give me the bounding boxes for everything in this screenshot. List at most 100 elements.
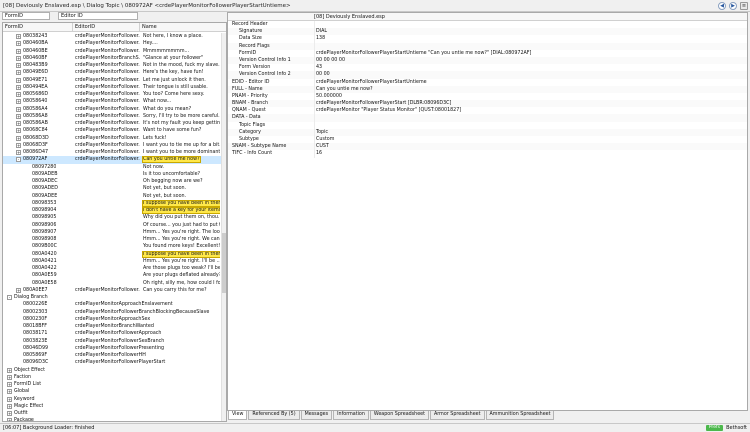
tree-row[interactable]: 08098908 Hmm... Yes you're right. We can.… (3, 236, 221, 243)
tree-row[interactable]: +080460BF crdePlayerMonitorBranchS... "Gla… (3, 55, 221, 62)
expand-icon[interactable]: + (16, 106, 21, 112)
record-field-row[interactable]: FULL - Name Can you untie me now? (228, 85, 747, 93)
tree-row[interactable]: 0803823E crdePlayerMonitorFollowerSexBran… (3, 338, 221, 345)
tree-row[interactable]: 08046D99 crdePlayerMonitorFollowerPresent… (3, 345, 221, 352)
tree-row[interactable]: + Global (3, 388, 221, 395)
tree-row[interactable]: +080A0EE7 crdePlayerMonitorFollower... Can… (3, 287, 221, 294)
tree-row[interactable]: 0809ADEB Is it too uncomfortable? (3, 171, 221, 178)
record-field-row[interactable]: DATA - Data (228, 114, 747, 122)
tree-row[interactable]: +080494EA crdePlayerMonitorFollower... The… (3, 84, 221, 91)
tree-row[interactable]: +08049E71 crdePlayerMonitorFollower... Let… (3, 77, 221, 84)
tree-row[interactable]: +080586A8 crdePlayerMonitorFollower... Sor… (3, 113, 221, 120)
expand-icon[interactable]: + (7, 418, 12, 421)
tree-row[interactable]: 08098905 Why did you put them on, thou... (3, 214, 221, 221)
expand-icon[interactable]: + (16, 92, 21, 97)
menu-icon[interactable]: ≡ (740, 2, 748, 10)
prefs-badge[interactable]: Prefs (705, 425, 724, 431)
tree-row[interactable]: 0809B00C You found more keys! Excellent!.… (3, 243, 221, 250)
record-field-row[interactable]: Version Control Info 2 00 00 (228, 71, 747, 79)
collapse-icon[interactable]: - (7, 295, 12, 300)
record-view[interactable]: [08] Deviously Enslaved.esp Record Heade… (227, 12, 748, 411)
tree-row[interactable]: +08068C84 crdePlayerMonitorFollower... Wan… (3, 127, 221, 134)
tree-row[interactable]: + Object Effect (3, 367, 221, 374)
tree-row[interactable]: 080A0E59 Are your plugs deflated already?… (3, 272, 221, 279)
expand-icon[interactable]: + (7, 382, 12, 387)
tree-row[interactable]: 08018BFF crdePlayerMonitorBranchWanted (3, 323, 221, 330)
tree-row[interactable]: +08086D47 crdePlayerMonitorFollower... I w… (3, 149, 221, 156)
record-field-row[interactable]: PNAM - Priority 50.000000 (228, 92, 747, 101)
tree-row[interactable]: + FormID List (3, 381, 221, 388)
expand-icon[interactable]: + (16, 142, 21, 148)
tree-row[interactable]: 08002303 crdePlayerMonitorFollowerBranchB… (3, 309, 221, 316)
expand-icon[interactable]: + (16, 63, 21, 68)
editorid-filter-input[interactable]: Editor ID (58, 12, 138, 20)
tree-row[interactable]: +080586AB crdePlayerMonitorFollower... It'… (3, 120, 221, 127)
expand-icon[interactable]: + (7, 389, 12, 395)
tree-row[interactable]: 080A0422 Are those plugs too weak? I'll b… (3, 265, 221, 272)
tree-row[interactable]: -080972AF crdePlayerMonitorFollower... Can… (3, 156, 221, 164)
tab-messages[interactable]: Messages (300, 411, 333, 420)
expand-icon[interactable]: + (16, 121, 21, 126)
expand-icon[interactable]: + (16, 150, 21, 155)
expand-icon[interactable]: + (16, 41, 21, 47)
column-editorid[interactable]: EditorID (73, 23, 140, 31)
tree-row[interactable]: 0805869F crdePlayerMonitorFollowerHH (3, 352, 221, 359)
record-field-row[interactable]: Topic Flags (228, 121, 747, 129)
tree-row[interactable]: +080483B9 crdePlayerMonitorFollower... Not… (3, 62, 221, 69)
expand-icon[interactable]: + (7, 374, 12, 380)
expand-icon[interactable]: + (7, 411, 12, 416)
forward-icon[interactable]: ▶ (729, 2, 737, 10)
record-field-row[interactable]: Category Topic (228, 128, 747, 136)
record-field-row[interactable]: EDID - Editor ID crdePlayerMonitorFollowe… (228, 78, 747, 86)
tree-scrollbar-thumb[interactable] (222, 233, 226, 293)
tree-row[interactable]: 0800226E crdePlayerMonitorApproachEnslave… (3, 301, 221, 308)
record-field-row[interactable]: QNAM - Quest crdePlayerMonitor "Player St… (228, 107, 747, 115)
back-icon[interactable]: ◀ (718, 2, 726, 10)
record-field-row[interactable]: SNAM - Subtype Name CUST (228, 143, 747, 151)
expand-icon[interactable]: + (16, 55, 21, 61)
tab-armor-spreadsheet[interactable]: Armor Spreadsheet (430, 411, 485, 420)
tree-row[interactable]: +0805686D crdePlayerMonitorFollower... You… (3, 91, 221, 98)
tree-row[interactable]: 080A0421 Hmm... Yes you're right. I'll be… (3, 258, 221, 265)
record-field-row[interactable]: BNAM - Branch crdePlayerMonitorFollowerPl… (228, 100, 747, 108)
expand-icon[interactable]: + (16, 113, 21, 119)
tree-row[interactable]: + Keyword (3, 396, 221, 403)
tree-row[interactable]: 08098907 Hmm... Yes you're right. The loo… (3, 229, 221, 236)
tree-scrollbar[interactable] (221, 33, 226, 421)
tab-information[interactable]: Information (333, 411, 369, 420)
tree-row[interactable]: 0809ADEE Not yet, but soon. (3, 193, 221, 200)
tree-row[interactable]: +080460BE crdePlayerMonitorFollower... Mmm… (3, 48, 221, 55)
tree-row[interactable]: 080A0420 I suppose you have been in ther.… (3, 250, 221, 258)
expand-icon[interactable]: + (7, 396, 12, 402)
tree-row[interactable]: 0809ADEC Oh begging now are we? (3, 178, 221, 185)
tree-row[interactable]: 080A0E58 Oh right, silly me, how could I … (3, 280, 221, 287)
tree-row[interactable]: 08096D3C crdePlayerMonitorFollowerPlayerS… (3, 359, 221, 366)
tree-row[interactable]: 08098906 Of course... you just had to put… (3, 222, 221, 229)
tree-row[interactable]: +080586A4 crdePlayerMonitorFollower... Wha… (3, 106, 221, 113)
record-field-row[interactable]: Signature DIAL (228, 28, 747, 36)
tree-row[interactable]: +080460BA crdePlayerMonitorFollower... Hey… (3, 40, 221, 47)
record-field-row[interactable]: Version Control Info 1 00 00 00 00 (228, 56, 747, 65)
tree-row[interactable]: +08049E6D crdePlayerMonitorFollower... Her… (3, 69, 221, 76)
expand-icon[interactable]: + (16, 48, 21, 54)
expand-icon[interactable]: + (16, 99, 21, 105)
column-name[interactable]: Name (140, 23, 220, 31)
record-field-row[interactable]: Subtype Custom (228, 136, 747, 144)
column-formid[interactable]: FormID (3, 23, 73, 31)
formid-filter-input[interactable]: FormID (2, 12, 50, 20)
tree-row[interactable]: 0809ADED Not yet, but soon. (3, 185, 221, 192)
collapse-icon[interactable]: - (16, 157, 21, 163)
tree-row[interactable]: +08058640 crdePlayerMonitorFollower... Wha… (3, 98, 221, 105)
record-field-row[interactable]: Form Version 43 (228, 64, 747, 72)
expand-icon[interactable]: + (16, 84, 21, 90)
navigation-tree[interactable]: FormID EditorID Name +08038243 crdePlayer… (2, 22, 227, 422)
record-field-row[interactable]: Data Size 138 (228, 35, 747, 43)
tree-row[interactable]: +08038243 crdePlayerMonitorFollower... Not… (3, 33, 221, 40)
expand-icon[interactable]: + (16, 34, 21, 39)
tree-row[interactable]: - Dialog Branch (3, 294, 221, 301)
tree-row[interactable]: + Magic Effect (3, 403, 221, 410)
tree-row[interactable]: + Faction (3, 374, 221, 381)
record-field-row[interactable]: TIFC - Info Count 16 (228, 150, 747, 158)
expand-icon[interactable]: + (16, 77, 21, 83)
tree-row[interactable]: 0800230F crdePlayerMonitorApproachSex (3, 316, 221, 323)
